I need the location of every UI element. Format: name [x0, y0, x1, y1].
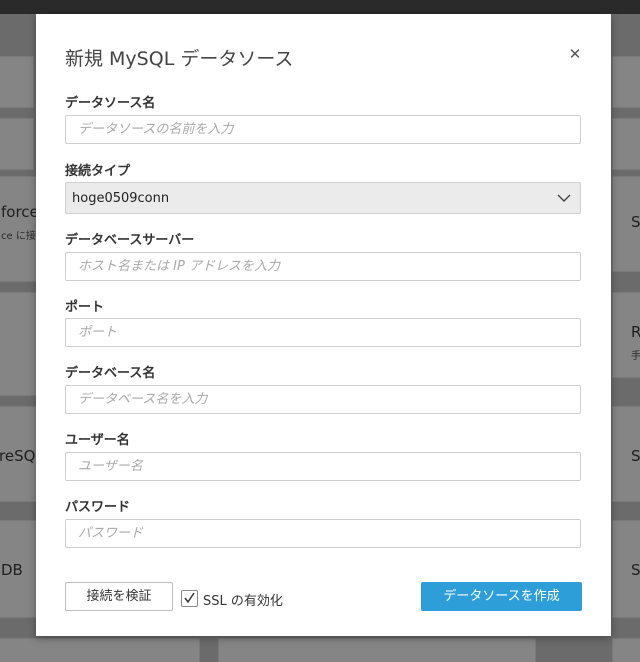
- bg-card-right-bottom: [612, 638, 640, 662]
- ssl-checkbox[interactable]: [181, 590, 198, 607]
- bg-card-title: S: [631, 561, 640, 579]
- verify-connection-button[interactable]: 接続を検証: [65, 582, 173, 611]
- bg-card-right-s3[interactable]: S: [612, 520, 640, 618]
- bg-card-subtitle: 手: [631, 351, 640, 362]
- datasource-name-label: データソース名: [65, 96, 156, 111]
- bg-card-left-1: [0, 56, 34, 108]
- close-button[interactable]: ✕: [567, 46, 583, 62]
- database-server-label: データベースサーバー: [65, 233, 195, 248]
- bg-card-right-1: [612, 56, 640, 108]
- ssl-label[interactable]: SSL の有効化: [203, 590, 283, 609]
- bg-card-title: force: [1, 203, 39, 221]
- chevron-down-icon: [557, 194, 571, 202]
- password-label: パスワード: [65, 500, 131, 515]
- bg-card-title: S: [631, 213, 640, 231]
- bg-card-right-r[interactable]: R 手: [612, 292, 640, 378]
- bg-card-salesforce[interactable]: force ce に接: [0, 176, 39, 282]
- bg-card-right-2: [612, 118, 640, 170]
- bg-card-postgresql[interactable]: reSQ: [0, 406, 38, 502]
- create-datasource-button[interactable]: データソースを作成: [421, 582, 582, 611]
- bg-card-subtitle: ce に接: [1, 231, 36, 242]
- dialog-title: 新規 MySQL データソース: [65, 48, 294, 70]
- bg-card-title: DB: [1, 561, 23, 579]
- datasource-name-input[interactable]: [65, 115, 581, 144]
- check-icon: [184, 592, 195, 604]
- bg-card-left-3: [0, 292, 38, 396]
- port-input[interactable]: [65, 318, 581, 347]
- connection-type-value: hoge0509conn: [72, 191, 170, 206]
- new-mysql-datasource-dialog: 新規 MySQL データソース ✕ データソース名 接続タイプ hoge0509…: [36, 14, 611, 636]
- connection-type-label: 接続タイプ: [65, 164, 131, 179]
- bg-card-title: S: [631, 447, 640, 465]
- close-icon[interactable]: ✕: [569, 45, 582, 63]
- bg-card-left-2: [0, 118, 34, 170]
- app-top-bar: [0, 0, 640, 14]
- bg-card-right-s1[interactable]: S: [612, 176, 640, 272]
- database-server-input[interactable]: [65, 252, 581, 281]
- bg-card-right-s2[interactable]: S: [612, 406, 640, 502]
- username-input[interactable]: [65, 452, 581, 481]
- bg-card-left-bottom: [0, 638, 200, 662]
- database-name-label: データベース名: [65, 366, 156, 381]
- bg-card-mid-bottom: [218, 638, 536, 662]
- bg-card-title: reSQ: [0, 447, 36, 465]
- password-input[interactable]: [65, 519, 581, 548]
- port-label: ポート: [65, 300, 105, 315]
- username-label: ユーザー名: [65, 433, 130, 448]
- database-name-input[interactable]: [65, 385, 581, 414]
- bg-card-db[interactable]: DB: [0, 520, 38, 618]
- connection-type-select[interactable]: hoge0509conn: [65, 182, 581, 214]
- bg-card-title: R: [631, 323, 640, 341]
